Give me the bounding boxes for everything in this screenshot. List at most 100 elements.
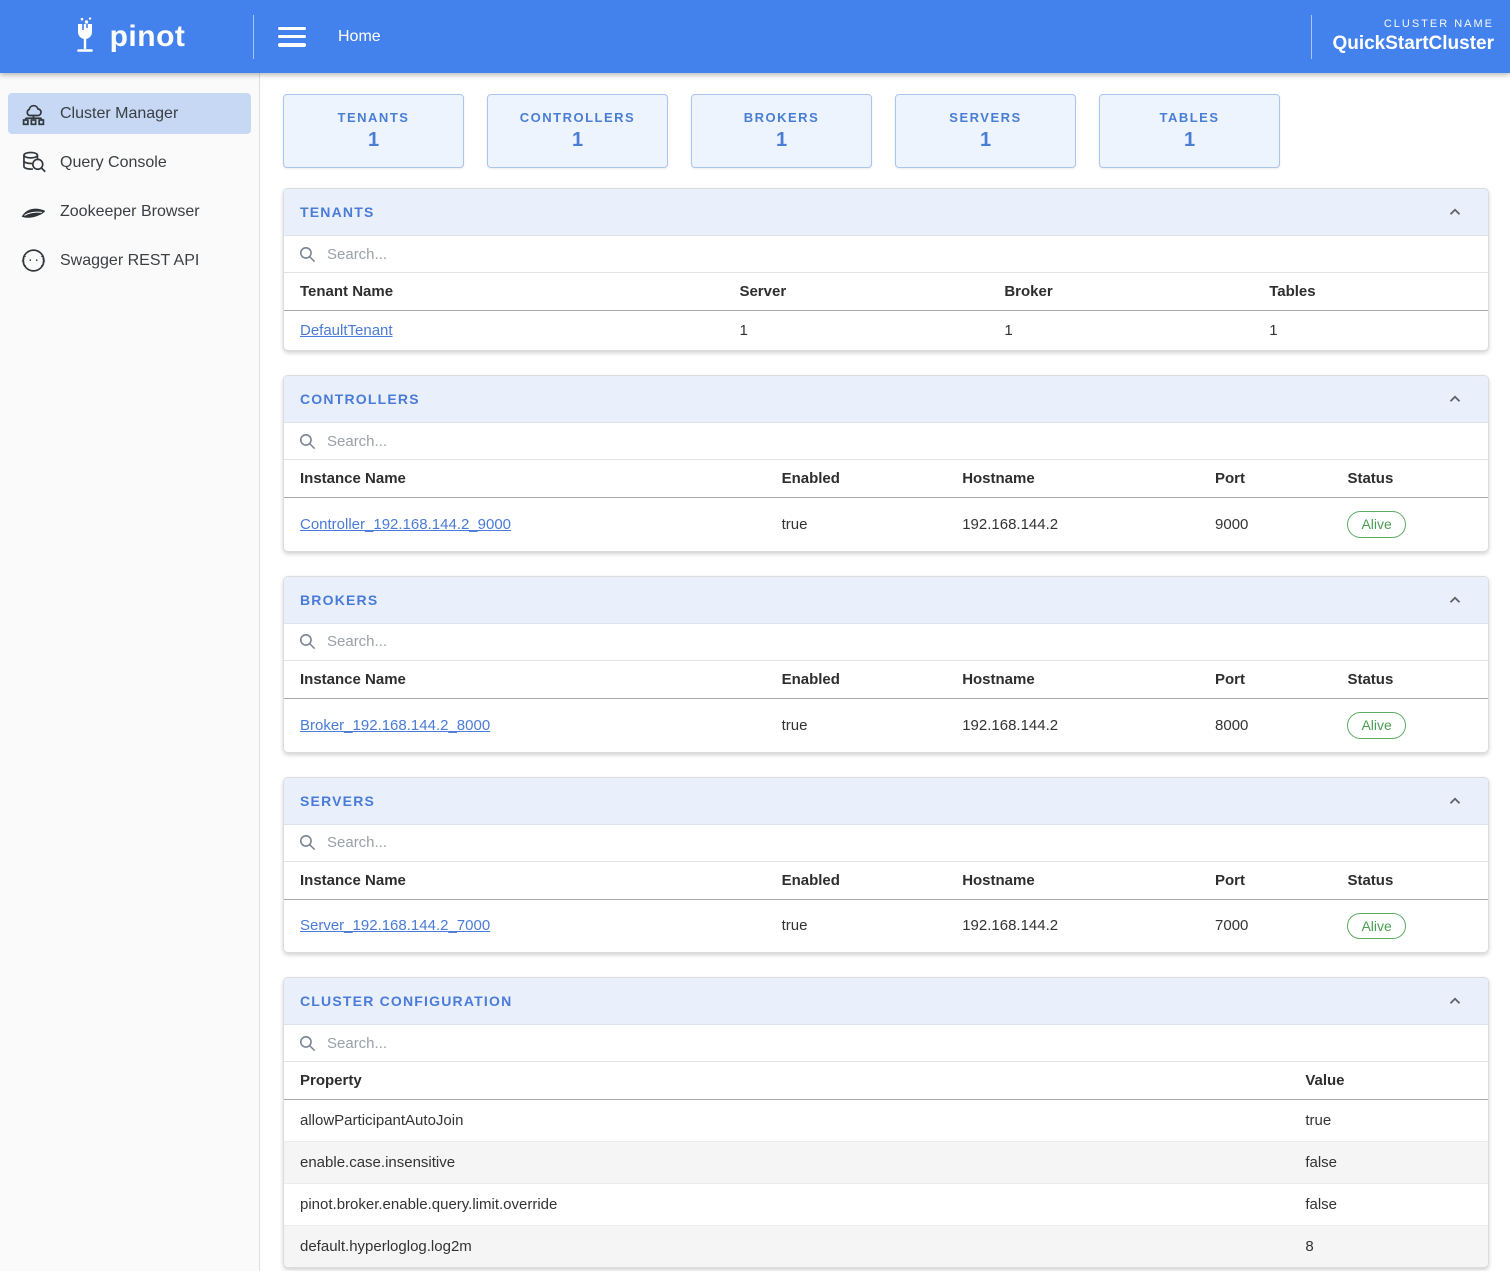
column-header: Value — [1289, 1062, 1488, 1100]
cluster-name-value: QuickStartCluster — [1332, 33, 1494, 55]
brokers-section-header[interactable]: BROKERS — [284, 577, 1488, 624]
cell-value: true — [1289, 1100, 1488, 1142]
pinot-logo[interactable]: pinot — [0, 0, 253, 73]
controllers-search-input[interactable] — [327, 433, 1474, 450]
section-title: TENANTS — [300, 204, 375, 220]
sidebar-item-label: Swagger REST API — [60, 252, 199, 270]
cell-broker-count: 1 — [988, 311, 1253, 351]
cell-hostname: 192.168.144.2 — [946, 899, 1199, 952]
cell-port: 9000 — [1199, 498, 1331, 551]
collapse-chevron-icon[interactable] — [1446, 390, 1464, 408]
table-header-row: Property Value — [284, 1062, 1488, 1100]
table-row: Controller_192.168.144.2_9000 true 192.1… — [284, 498, 1488, 551]
controllers-section: CONTROLLERS Instance Name Enabled Hostna… — [283, 375, 1489, 552]
cell-enabled: true — [766, 498, 947, 551]
cell-property: enable.case.insensitive — [284, 1142, 1289, 1184]
column-header: Hostname — [946, 661, 1199, 699]
status-badge: Alive — [1347, 712, 1405, 739]
sidebar-item-zookeeper-browser[interactable]: Zookeeper Browser — [8, 191, 251, 232]
column-header: Enabled — [766, 460, 947, 498]
column-header: Enabled — [766, 661, 947, 699]
column-header: Instance Name — [284, 661, 766, 699]
table-header-row: Instance Name Enabled Hostname Port Stat… — [284, 661, 1488, 699]
table-row: enable.case.insensitive false — [284, 1142, 1488, 1184]
stat-value: 1 — [980, 129, 991, 152]
stat-card-tenants[interactable]: TENANTS 1 — [283, 94, 464, 168]
stat-card-brokers[interactable]: BROKERS 1 — [691, 94, 872, 168]
stat-value: 1 — [1184, 129, 1195, 152]
stat-label: TENANTS — [338, 110, 410, 125]
cluster-name-block: CLUSTER NAME QuickStartCluster — [1312, 18, 1510, 55]
sidebar: Cluster Manager Query Console Zookeeper … — [0, 73, 260, 1271]
stat-value: 1 — [572, 129, 583, 152]
section-title: SERVERS — [300, 793, 375, 809]
sidebar-item-cluster-manager[interactable]: Cluster Manager — [8, 93, 251, 134]
cell-tables-count: 1 — [1253, 311, 1488, 351]
server-instance-link[interactable]: Server_192.168.144.2_7000 — [300, 917, 490, 934]
home-link[interactable]: Home — [338, 28, 381, 46]
broker-instance-link[interactable]: Broker_192.168.144.2_8000 — [300, 717, 490, 734]
servers-table: Instance Name Enabled Hostname Port Stat… — [284, 862, 1488, 953]
column-header: Port — [1199, 661, 1331, 699]
sidebar-item-label: Query Console — [60, 154, 167, 172]
collapse-chevron-icon[interactable] — [1446, 591, 1464, 609]
brokers-search-input[interactable] — [327, 633, 1474, 650]
column-header: Status — [1331, 862, 1488, 900]
swagger-icon: {··} — [20, 247, 47, 274]
stat-card-controllers[interactable]: CONTROLLERS 1 — [487, 94, 668, 168]
servers-section-header[interactable]: SERVERS — [284, 778, 1488, 825]
column-header: Hostname — [946, 862, 1199, 900]
servers-search-input[interactable] — [327, 834, 1474, 851]
stat-label: CONTROLLERS — [520, 110, 635, 125]
tenants-table: Tenant Name Server Broker Tables Default… — [284, 273, 1488, 350]
zookeeper-icon — [20, 198, 47, 225]
query-console-icon — [20, 149, 47, 176]
cluster-configuration-section: CLUSTER CONFIGURATION Property Value all… — [283, 977, 1489, 1268]
column-header: Tenant Name — [284, 273, 723, 311]
stat-card-servers[interactable]: SERVERS 1 — [895, 94, 1076, 168]
tenants-search-input[interactable] — [327, 246, 1474, 263]
collapse-chevron-icon[interactable] — [1446, 792, 1464, 810]
tenants-section-header[interactable]: TENANTS — [284, 189, 1488, 236]
collapse-chevron-icon[interactable] — [1446, 992, 1464, 1010]
stat-value: 1 — [776, 129, 787, 152]
app-bar: pinot Home CLUSTER NAME QuickStartCluste… — [0, 0, 1510, 73]
cell-enabled: true — [766, 698, 947, 751]
status-badge: Alive — [1347, 913, 1405, 940]
tenant-link[interactable]: DefaultTenant — [300, 322, 393, 339]
pinot-glass-icon — [68, 16, 102, 58]
section-title: CONTROLLERS — [300, 391, 420, 407]
section-title: CLUSTER CONFIGURATION — [300, 993, 512, 1009]
cell-hostname: 192.168.144.2 — [946, 698, 1199, 751]
collapse-chevron-icon[interactable] — [1446, 203, 1464, 221]
brokers-section: BROKERS Instance Name Enabled Hostname P… — [283, 576, 1489, 753]
stat-label: SERVERS — [949, 110, 1021, 125]
cell-value: false — [1289, 1184, 1488, 1226]
stat-label: TABLES — [1159, 110, 1219, 125]
header-divider — [253, 15, 254, 59]
column-header: Instance Name — [284, 460, 766, 498]
sidebar-item-label: Zookeeper Browser — [60, 203, 200, 221]
stat-label: BROKERS — [744, 110, 820, 125]
sidebar-item-swagger-rest-api[interactable]: {··} Swagger REST API — [8, 240, 251, 281]
brokers-table: Instance Name Enabled Hostname Port Stat… — [284, 661, 1488, 752]
table-header-row: Instance Name Enabled Hostname Port Stat… — [284, 862, 1488, 900]
cluster-config-search-input[interactable] — [327, 1035, 1474, 1052]
brokers-search-row — [284, 624, 1488, 661]
column-header: Port — [1199, 460, 1331, 498]
controller-instance-link[interactable]: Controller_192.168.144.2_9000 — [300, 516, 511, 533]
column-header: Broker — [988, 273, 1253, 311]
stat-card-tables[interactable]: TABLES 1 — [1099, 94, 1280, 168]
column-header: Status — [1331, 661, 1488, 699]
table-row: Server_192.168.144.2_7000 true 192.168.1… — [284, 899, 1488, 952]
table-row: allowParticipantAutoJoin true — [284, 1100, 1488, 1142]
column-header: Hostname — [946, 460, 1199, 498]
section-title: BROKERS — [300, 592, 378, 608]
controllers-section-header[interactable]: CONTROLLERS — [284, 376, 1488, 423]
tenants-section: TENANTS Tenant Name Server Broker Tables… — [283, 188, 1489, 351]
cluster-configuration-section-header[interactable]: CLUSTER CONFIGURATION — [284, 978, 1488, 1025]
menu-hamburger-icon[interactable] — [278, 27, 306, 47]
sidebar-item-query-console[interactable]: Query Console — [8, 142, 251, 183]
table-header-row: Tenant Name Server Broker Tables — [284, 273, 1488, 311]
table-row: pinot.broker.enable.query.limit.override… — [284, 1184, 1488, 1226]
